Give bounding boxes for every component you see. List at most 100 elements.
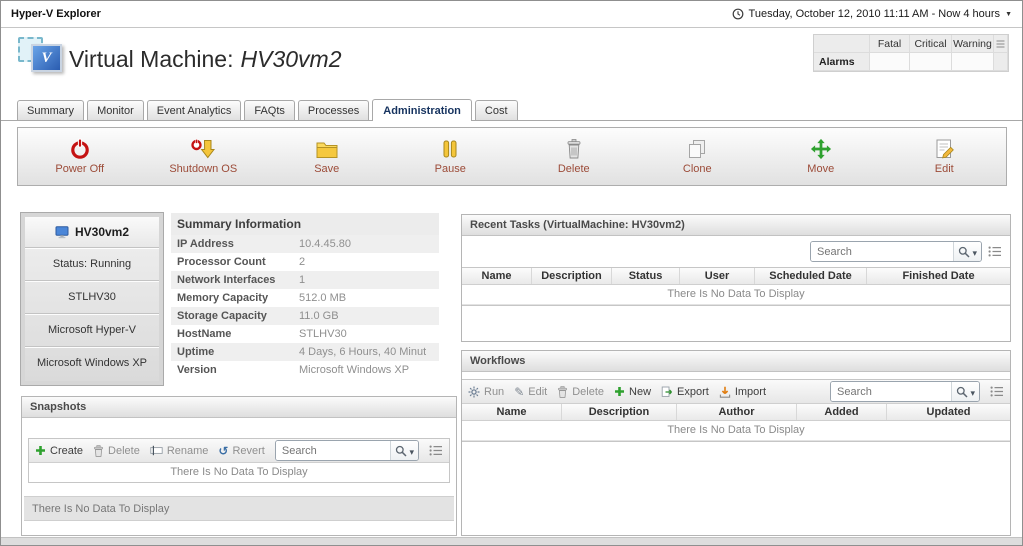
shutdown-os-icon (191, 138, 215, 160)
recent-tasks-table: Name Description Status User Scheduled D… (462, 267, 1010, 306)
new-workflow-button[interactable]: New (614, 386, 651, 398)
column-header[interactable]: Author (677, 404, 797, 420)
create-label: Create (50, 445, 83, 457)
summary-title: Summary Information (171, 213, 439, 235)
tab-summary[interactable]: Summary (17, 100, 84, 120)
column-header[interactable]: Description (562, 404, 677, 420)
column-header[interactable]: Status (612, 268, 680, 284)
alarms-row-end-cell (994, 53, 1008, 71)
vm-virtualization: Microsoft Hyper-V (25, 313, 159, 346)
search-input[interactable] (276, 441, 391, 460)
export-workflow-button[interactable]: Export (661, 386, 709, 398)
tab-faqts[interactable]: FAQts (244, 100, 295, 120)
save-button[interactable]: Save (265, 138, 389, 175)
clock-icon (732, 8, 744, 20)
power-off-button[interactable]: Power Off (18, 138, 142, 175)
hyperv-explorer-page: Hyper-V Explorer Tuesday, October 12, 20… (0, 0, 1023, 546)
column-header[interactable]: Added (797, 404, 887, 420)
workflows-searchbox (830, 381, 980, 402)
tab-cost[interactable]: Cost (475, 100, 518, 120)
tab-processes[interactable]: Processes (298, 100, 369, 120)
column-header[interactable]: Name (462, 268, 532, 284)
snapshots-table: Create Delete Rename (28, 438, 450, 483)
summary-label: HostName (177, 328, 299, 340)
pencil-icon (514, 385, 524, 399)
summary-value: 10.4.45.80 (299, 238, 351, 250)
snapshot-details-empty: There Is No Data To Display (24, 496, 454, 521)
search-options-button[interactable] (951, 382, 979, 401)
tab-monitor[interactable]: Monitor (87, 100, 144, 120)
alarms-critical-count (910, 53, 952, 71)
workflows-panel: Workflows Run Edit (461, 350, 1011, 536)
pause-label: Pause (435, 163, 466, 175)
recent-tasks-search-row (462, 236, 1010, 267)
time-range-label: Tuesday, October 12, 2010 11:11 AM - Now… (749, 8, 1001, 20)
vm-status-card: HV30vm2 Status: Running STLHV30 Microsof… (21, 213, 163, 385)
alarms-corner-cell (814, 35, 870, 53)
move-arrows-icon (809, 138, 833, 160)
tab-administration[interactable]: Administration (372, 99, 472, 121)
summary-value: 1 (299, 274, 305, 286)
run-button[interactable]: Run (468, 386, 504, 398)
search-input[interactable] (831, 382, 951, 401)
time-range-selector[interactable]: Tuesday, October 12, 2010 11:11 AM - Now… (732, 8, 1012, 20)
table-customizer-icon[interactable] (988, 246, 1002, 257)
table-customizer-icon[interactable] (429, 445, 443, 456)
delete-workflow-button[interactable]: Delete (557, 386, 604, 398)
vm-card-name-row: HV30vm2 (25, 217, 159, 247)
delete-button[interactable]: Delete (512, 138, 636, 175)
shutdown-os-button[interactable]: Shutdown OS (142, 138, 266, 175)
alarms-summary-table: Fatal Critical Warning Alarms (813, 34, 1009, 72)
plus-icon (614, 386, 625, 397)
new-label: New (629, 386, 651, 398)
workflows-table: Run Edit Delete (462, 379, 1010, 442)
pause-icon (440, 138, 460, 160)
edit-workflow-button[interactable]: Edit (514, 385, 547, 399)
summary-value: 2 (299, 256, 305, 268)
table-customizer-icon[interactable] (990, 386, 1004, 397)
recent-tasks-header-row: Name Description Status User Scheduled D… (462, 268, 1010, 285)
delete-label: Delete (558, 163, 590, 175)
search-options-button[interactable] (953, 242, 981, 261)
summary-label: Storage Capacity (177, 310, 299, 322)
page-bottom-edge (1, 537, 1022, 545)
edit-button[interactable]: Edit (883, 138, 1007, 175)
no-data-message: There Is No Data To Display (462, 421, 1010, 441)
column-header[interactable]: Description (532, 268, 612, 284)
column-header[interactable]: User (680, 268, 755, 284)
virtual-machine-icon (18, 37, 66, 81)
workflows-toolbar: Run Edit Delete (462, 380, 1010, 404)
delete-snapshot-button[interactable]: Delete (93, 445, 140, 457)
import-workflow-button[interactable]: Import (719, 386, 766, 398)
shutdown-os-label: Shutdown OS (169, 163, 237, 175)
alarms-col-warning: Warning (952, 35, 994, 53)
rename-label: Rename (167, 445, 209, 457)
import-icon (719, 386, 731, 398)
create-snapshot-button[interactable]: Create (35, 445, 83, 457)
workflows-title: Workflows (462, 351, 1010, 372)
trash-icon (557, 386, 568, 398)
move-button[interactable]: Move (759, 138, 883, 175)
alarms-fatal-count (870, 53, 910, 71)
summary-value: STLHV30 (299, 328, 347, 340)
summary-value: 4 Days, 6 Hours, 40 Minut (299, 346, 426, 358)
alarms-col-fatal: Fatal (870, 35, 910, 53)
search-input[interactable] (811, 242, 953, 261)
page-title-prefix: Virtual Machine: (69, 46, 234, 72)
action-toolbar: Power Off Shutdown OS Save Pause (17, 127, 1007, 186)
alarms-table-menu-icon[interactable] (994, 35, 1008, 53)
column-header[interactable]: Updated (887, 404, 1010, 420)
column-header[interactable]: Finished Date (867, 268, 1010, 284)
summary-row: Network Interfaces 1 (171, 271, 439, 289)
summary-label: Network Interfaces (177, 274, 299, 286)
revert-snapshot-button[interactable]: Revert (218, 444, 264, 458)
top-bar: Hyper-V Explorer Tuesday, October 12, 20… (1, 1, 1022, 28)
tab-event-analytics[interactable]: Event Analytics (147, 100, 242, 120)
column-header[interactable]: Name (462, 404, 562, 420)
clone-button[interactable]: Clone (636, 138, 760, 175)
summary-row: Uptime 4 Days, 6 Hours, 40 Minut (171, 343, 439, 361)
search-options-button[interactable] (390, 441, 418, 460)
pause-button[interactable]: Pause (389, 138, 513, 175)
column-header[interactable]: Scheduled Date (755, 268, 867, 284)
rename-snapshot-button[interactable]: Rename (150, 445, 209, 457)
